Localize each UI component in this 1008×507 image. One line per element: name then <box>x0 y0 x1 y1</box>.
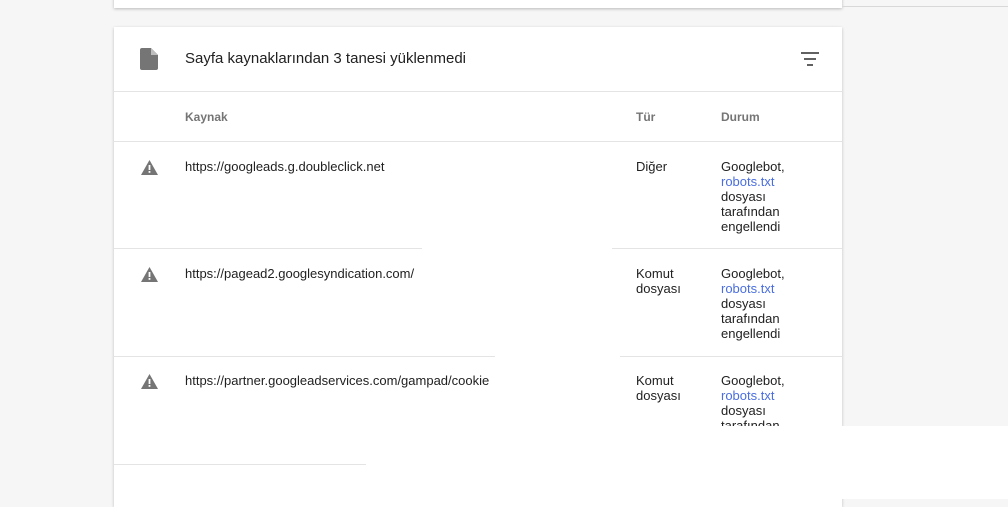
card-header: Sayfa kaynaklarından 3 tanesi yüklenmedi <box>114 27 842 92</box>
resource-url: https://partner.googleadservices.com/gam… <box>185 373 490 388</box>
resource-type: Komut dosyası <box>636 266 681 296</box>
status-text: engellendi <box>721 326 781 341</box>
overlay-block <box>366 426 1008 499</box>
status-text: tarafından <box>721 204 780 219</box>
robots-txt-link[interactable]: robots.txt <box>721 174 801 189</box>
status-text: dosyası <box>721 296 766 311</box>
document-icon <box>140 48 158 70</box>
status-text: tarafından <box>721 311 780 326</box>
warning-icon <box>141 374 158 389</box>
row-divider <box>114 248 422 249</box>
previous-card <box>114 0 842 8</box>
row-divider <box>620 356 842 357</box>
divider <box>842 6 1008 7</box>
status-text: Googlebot, <box>721 266 785 281</box>
status-text: dosyası <box>721 403 766 418</box>
resource-url: https://pagead2.googlesyndication.com/ <box>185 266 415 281</box>
column-header-status[interactable]: Durum <box>721 110 760 124</box>
table-row[interactable]: https://pagead2.googlesyndication.com/ K… <box>114 249 842 356</box>
status-text: Googlebot, <box>721 159 785 174</box>
filter-icon[interactable] <box>800 50 820 68</box>
table-row[interactable]: https://googleads.g.doubleclick.net Diğe… <box>114 142 842 249</box>
robots-txt-link[interactable]: robots.txt <box>721 281 801 296</box>
card-title: Sayfa kaynaklarından 3 tanesi yüklenmedi <box>185 50 467 67</box>
row-divider <box>114 356 495 357</box>
resource-status: Googlebot, robots.txt dosyası tarafından… <box>721 159 801 234</box>
table-header: Kaynak Tür Durum <box>114 92 842 142</box>
column-header-source[interactable]: Kaynak <box>185 110 228 124</box>
status-text: Googlebot, <box>721 373 785 388</box>
robots-txt-link[interactable]: robots.txt <box>721 388 801 403</box>
resource-type: Komut dosyası <box>636 373 681 403</box>
status-text: dosyası <box>721 189 766 204</box>
warning-icon <box>141 160 158 175</box>
row-divider <box>114 464 366 465</box>
warning-icon <box>141 267 158 282</box>
row-divider <box>612 248 842 249</box>
status-text: engellendi <box>721 219 781 234</box>
resource-url: https://googleads.g.doubleclick.net <box>185 159 385 174</box>
resource-type: Diğer <box>636 159 668 174</box>
column-header-type[interactable]: Tür <box>636 110 655 124</box>
resource-status: Googlebot, robots.txt dosyası tarafından… <box>721 266 801 341</box>
